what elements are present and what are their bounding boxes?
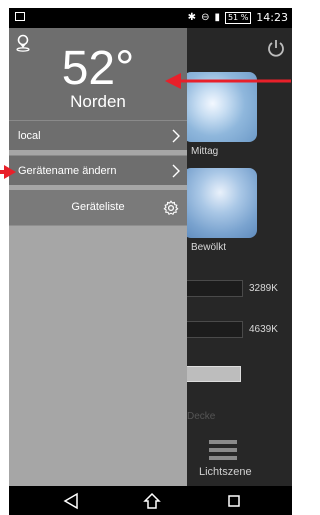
device-list-label: Geräteliste	[71, 201, 125, 213]
list-icon[interactable]	[209, 440, 237, 460]
scene-tab-label[interactable]: Lichtszene	[199, 466, 252, 478]
menu-item-rename-device[interactable]: Gerätename ändern	[9, 155, 187, 185]
scene-tile-label: Bewölkt	[191, 242, 227, 253]
app-screen: Mittag Bewölkt 3289K 4639K Decke Lichtsz…	[9, 28, 292, 486]
color-temp-value: 4639K	[249, 324, 278, 335]
section-label: Decke	[187, 411, 216, 422]
annotation-arrow	[0, 165, 16, 179]
chevron-right-icon	[172, 164, 180, 178]
color-temp-value: 3289K	[249, 283, 278, 294]
scene-tile-label: Mittag	[191, 146, 219, 157]
bluetooth-icon: ✱	[187, 12, 197, 23]
scene-tile-bewoelkt[interactable]	[183, 168, 257, 238]
clock: 14:23	[256, 11, 288, 24]
menu-item-label: Gerätename ändern	[18, 165, 117, 177]
annotation-arrow	[165, 73, 291, 89]
chevron-right-icon	[172, 129, 180, 143]
do-not-disturb-icon: ⊖	[201, 12, 210, 23]
back-icon[interactable]	[62, 492, 80, 510]
recent-apps-icon[interactable]	[225, 492, 243, 510]
direction-label: Norden	[70, 92, 126, 111]
home-icon[interactable]	[143, 492, 161, 510]
navigation-drawer: 52° Norden local Gerätename ändern Gerät…	[9, 28, 187, 486]
device-list-row[interactable]: Geräteliste	[9, 190, 187, 226]
signal-icon: ▮	[214, 12, 220, 23]
temperature-value: 52°	[61, 42, 135, 95]
battery-indicator: 51 %	[224, 11, 252, 24]
brightness-slider[interactable]	[185, 366, 241, 382]
drawer-header: 52° Norden	[9, 28, 187, 120]
screenshot-icon	[15, 12, 25, 21]
color-temp-slider[interactable]	[185, 321, 243, 338]
color-temp-slider[interactable]	[185, 280, 243, 297]
menu-item-label: local	[18, 130, 41, 142]
status-bar: ✱ ⊖ ▮ 51 % 14:23	[9, 8, 292, 28]
gear-icon[interactable]	[163, 200, 179, 216]
menu-item-local[interactable]: local	[9, 120, 187, 150]
power-icon[interactable]	[266, 38, 286, 58]
system-nav-bar	[9, 486, 292, 515]
